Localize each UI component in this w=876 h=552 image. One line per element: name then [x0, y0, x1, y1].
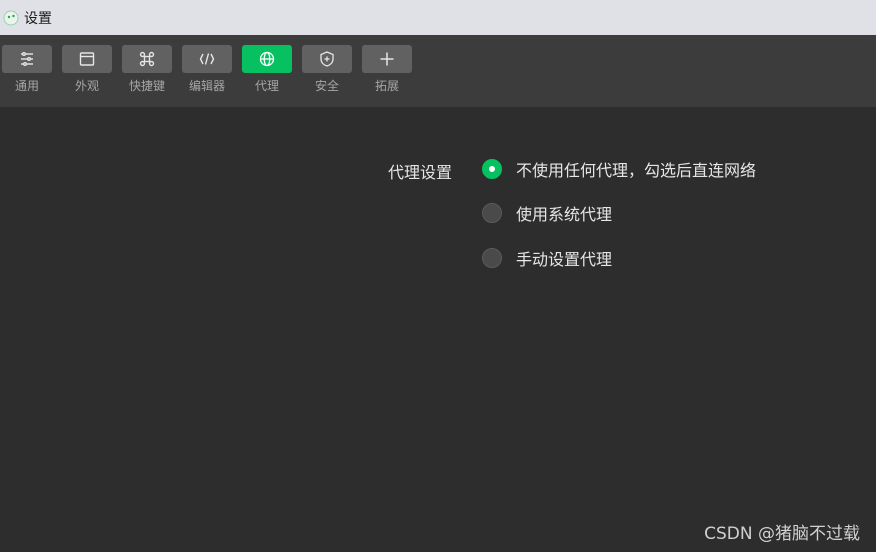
- shield-plus-icon: [320, 51, 334, 67]
- proxy-option-system-label: 使用系统代理: [516, 205, 613, 224]
- tab-appearance-label: 外观: [74, 79, 99, 93]
- tab-extensions-button[interactable]: [362, 45, 412, 73]
- watermark-text: CSDN @猪脑不过载: [704, 524, 860, 544]
- tab-appearance[interactable]: 外观: [62, 45, 112, 101]
- command-icon: [139, 51, 155, 67]
- radio-system-proxy[interactable]: [482, 203, 502, 223]
- proxy-option-system[interactable]: 使用系统代理: [482, 202, 612, 224]
- tab-proxy[interactable]: 代理: [242, 45, 292, 101]
- tab-extensions-label: 拓展: [374, 79, 399, 93]
- proxy-option-manual[interactable]: 手动设置代理: [482, 247, 612, 269]
- tab-shortcuts[interactable]: 快捷键: [122, 45, 172, 101]
- tab-general-button[interactable]: [2, 45, 52, 73]
- code-icon: [199, 53, 215, 65]
- tab-appearance-button[interactable]: [62, 45, 112, 73]
- sliders-icon: [21, 52, 33, 66]
- tab-proxy-label: 代理: [254, 79, 279, 93]
- window-icon: [79, 52, 95, 66]
- proxy-option-manual-label: 手动设置代理: [516, 250, 613, 269]
- tab-security-label: 安全: [314, 79, 339, 93]
- proxy-option-none-label: 不使用任何代理，勾选后直连网络: [516, 161, 757, 180]
- title-bar: 设置: [0, 0, 876, 35]
- globe-icon: [259, 51, 275, 67]
- proxy-settings-label: 代理设置: [388, 163, 453, 182]
- proxy-option-none[interactable]: 不使用任何代理，勾选后直连网络: [482, 158, 756, 180]
- plus-icon: [380, 52, 394, 66]
- tab-general[interactable]: 通用: [2, 45, 52, 101]
- tab-security[interactable]: 安全: [302, 45, 352, 101]
- tab-editor-button[interactable]: [182, 45, 232, 73]
- tab-editor[interactable]: 编辑器: [182, 45, 232, 101]
- radio-no-proxy[interactable]: [482, 159, 502, 179]
- tab-shortcuts-button[interactable]: [122, 45, 172, 73]
- app-logo-icon: [3, 10, 19, 25]
- tab-shortcuts-label: 快捷键: [128, 79, 165, 93]
- tab-extensions[interactable]: 拓展: [362, 45, 412, 101]
- tab-editor-label: 编辑器: [188, 79, 225, 93]
- tab-security-button[interactable]: [302, 45, 352, 73]
- radio-manual-proxy[interactable]: [482, 248, 502, 268]
- proxy-settings-panel: 代理设置 不使用任何代理，勾选后直连网络 使用系统代理 手动设置代理: [0, 107, 876, 552]
- tab-general-label: 通用: [14, 79, 39, 93]
- settings-toolbar: 通用 外观 快捷键 编辑器 代理 安全 拓展: [0, 35, 876, 107]
- tab-proxy-button[interactable]: [242, 45, 292, 73]
- window-title: 设置: [24, 10, 52, 27]
